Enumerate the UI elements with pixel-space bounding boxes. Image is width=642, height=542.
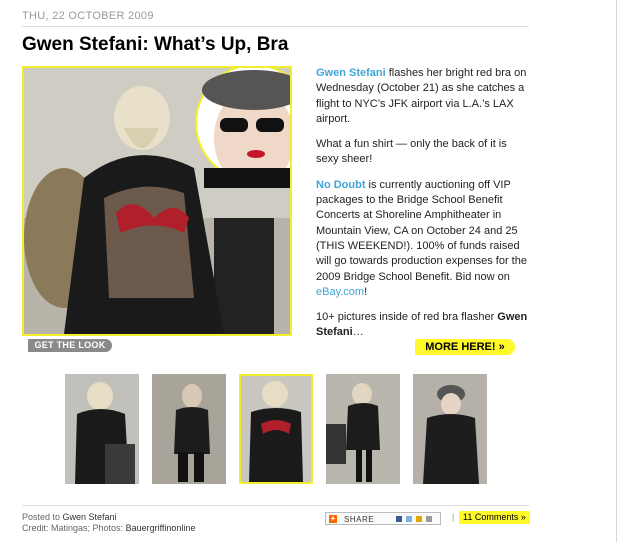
thumbnail-3[interactable]: [239, 374, 313, 484]
digg-icon: [416, 516, 422, 522]
post-meta: Posted to Gwen Stefani Credit: Matingas;…: [22, 512, 196, 533]
ebay-link[interactable]: eBay.com: [316, 286, 364, 298]
paragraph-3: No Doubt is currently auctioning off VIP…: [316, 178, 527, 298]
post-date: THU, 22 OCTOBER 2009: [22, 10, 154, 22]
comments-link[interactable]: 11 Comments »: [459, 511, 530, 524]
get-the-look-button[interactable]: GET THE LOOK: [28, 339, 112, 352]
more-here-button[interactable]: MORE HERE! »: [415, 339, 515, 355]
hero-photo[interactable]: [22, 66, 292, 336]
more-share-icon: [426, 516, 432, 522]
paragraph-2: What a fun shirt — only the back of it i…: [316, 138, 507, 166]
post-body: Gwen Stefani flashes her bright red bra …: [316, 66, 532, 351]
share-button[interactable]: + SHARE: [325, 512, 441, 525]
separator: |: [452, 512, 455, 522]
thumbnail-2[interactable]: [152, 374, 226, 484]
photo-agency: Bauergriffinonline: [125, 523, 196, 533]
divider: [22, 26, 529, 27]
paragraph-1: Gwen Stefani flashes her bright red bra …: [316, 67, 527, 125]
plus-icon: +: [329, 514, 337, 523]
no-doubt-link[interactable]: No Doubt: [316, 179, 365, 191]
thumbnail-1[interactable]: [65, 374, 139, 484]
category-link[interactable]: Gwen Stefani: [63, 512, 117, 522]
thumbnail-5[interactable]: [413, 374, 487, 484]
gwen-stefani-link[interactable]: Gwen Stefani: [316, 67, 386, 79]
thumbnail-4[interactable]: [326, 374, 400, 484]
delicious-icon: [406, 516, 412, 522]
facebook-icon: [396, 516, 402, 522]
footer-divider: [22, 505, 529, 506]
post-title[interactable]: Gwen Stefani: What’s Up, Bra: [22, 34, 288, 56]
paragraph-4: 10+ pictures inside of red bra flasher G…: [316, 311, 528, 339]
